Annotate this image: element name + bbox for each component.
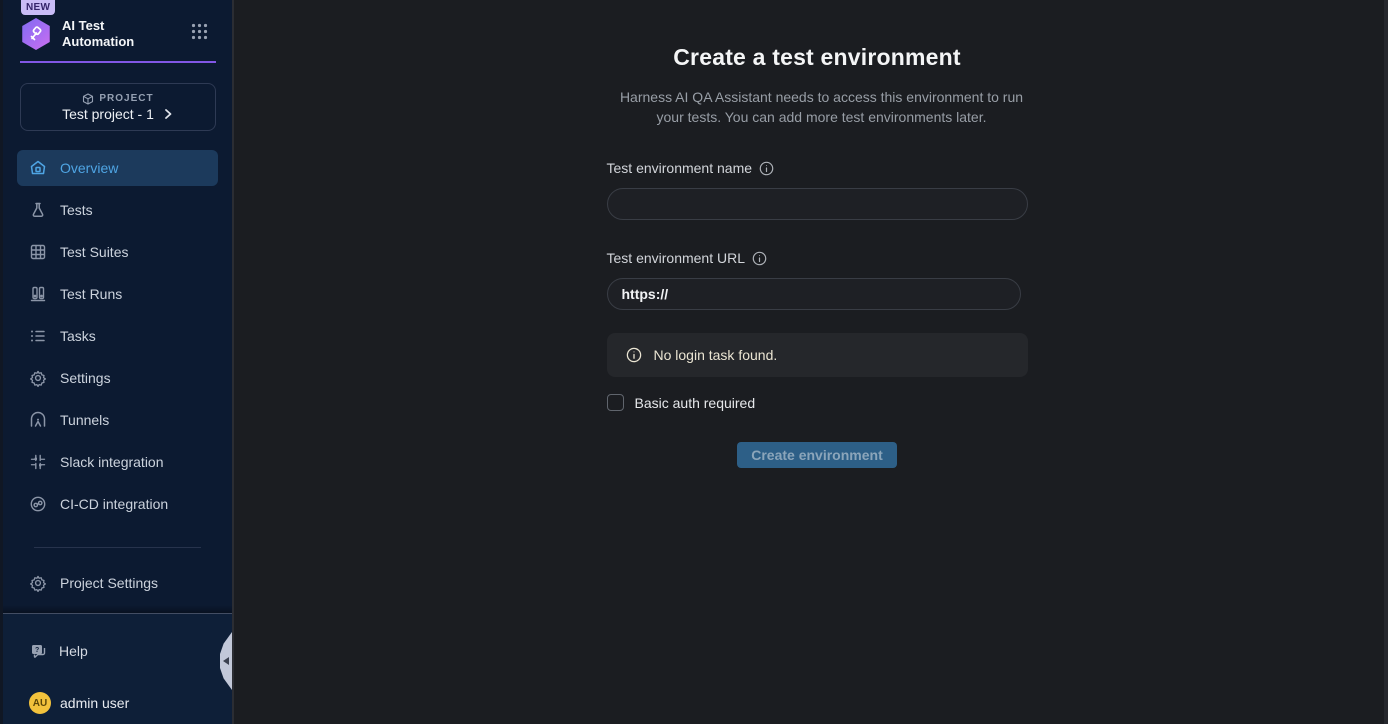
page-title: Create a test environment — [607, 44, 1028, 71]
info-icon — [626, 347, 642, 363]
user-menu[interactable]: AU admin user — [3, 692, 232, 714]
help-chat-icon: ? — [29, 642, 47, 660]
basic-auth-label: Basic auth required — [635, 395, 756, 411]
info-icon[interactable] — [759, 161, 774, 176]
sidebar-item-project-settings[interactable]: Project Settings — [17, 565, 218, 601]
table-grid-icon — [29, 243, 47, 261]
sidebar-item-settings[interactable]: Settings — [17, 360, 218, 396]
project-selector[interactable]: PROJECT Test project - 1 — [20, 83, 216, 131]
help-button[interactable]: ? Help — [3, 636, 232, 666]
sidebar-item-tasks[interactable]: Tasks — [17, 318, 218, 354]
app-title: AI Test Automation — [62, 18, 134, 50]
basic-auth-checkbox[interactable] — [607, 394, 624, 411]
help-label: Help — [59, 643, 88, 659]
sidebar-item-tests[interactable]: Tests — [17, 192, 218, 228]
cube-icon — [82, 93, 94, 105]
sidebar-item-slack-integration[interactable]: Slack integration — [17, 444, 218, 480]
project-name: Test project - 1 — [62, 106, 154, 122]
scrollbar-track[interactable] — [1384, 0, 1388, 724]
page-subtitle: Harness AI QA Assistant needs to access … — [607, 87, 1037, 127]
sidebar-item-overview[interactable]: Overview — [17, 150, 218, 186]
notice-text: No login task found. — [654, 347, 778, 363]
sidebar-item-label: Project Settings — [60, 575, 158, 591]
sidebar-item-label: Test Suites — [60, 244, 128, 260]
sidebar-item-label: Tests — [60, 202, 93, 218]
chevron-right-icon — [162, 108, 174, 120]
svg-text:?: ? — [35, 647, 39, 654]
home-icon — [29, 159, 47, 177]
user-avatar: AU — [29, 692, 51, 714]
env-url-label: Test environment URL — [607, 250, 1028, 266]
link-icon — [29, 495, 47, 513]
gear-icon — [29, 574, 47, 592]
gear-icon — [29, 369, 47, 387]
sidebar-item-label: Overview — [60, 160, 118, 176]
app-logo-icon — [20, 18, 52, 50]
user-name: admin user — [60, 695, 129, 711]
new-badge: NEW — [21, 0, 55, 15]
basic-auth-row: Basic auth required — [607, 394, 1028, 411]
accent-divider — [20, 61, 216, 63]
sidebar: NEW AI Test Automation PROJECT — [0, 0, 232, 724]
sidebar-item-cicd-integration[interactable]: CI-CD integration — [17, 486, 218, 522]
env-name-input[interactable] — [607, 188, 1028, 220]
sidebar-item-label: Slack integration — [60, 454, 164, 470]
slack-icon — [29, 453, 47, 471]
sidebar-item-tunnels[interactable]: Tunnels — [17, 402, 218, 438]
list-icon — [29, 327, 47, 345]
sidebar-item-label: Settings — [60, 370, 111, 386]
login-task-notice: No login task found. — [607, 333, 1028, 377]
create-environment-button[interactable]: Create environment — [737, 442, 896, 468]
create-environment-form: Create a test environment Harness AI QA … — [607, 0, 1028, 468]
sidebar-item-label: Tasks — [60, 328, 96, 344]
main-content: Create a test environment Harness AI QA … — [232, 0, 1388, 724]
sidebar-item-label: Tunnels — [60, 412, 109, 428]
info-icon[interactable] — [752, 251, 767, 266]
app-switcher-icon[interactable] — [191, 23, 208, 45]
env-url-input[interactable] — [607, 278, 1021, 310]
sidebar-nav: Overview Tests Test Suites — [3, 150, 232, 601]
nav-divider — [34, 547, 201, 548]
sidebar-item-label: CI-CD integration — [60, 496, 168, 512]
sidebar-footer: ? Help AU admin user — [3, 613, 232, 724]
env-name-label: Test environment name — [607, 160, 1028, 176]
tunnel-icon — [29, 411, 47, 429]
columns-icon — [29, 285, 47, 303]
sidebar-item-label: Test Runs — [60, 286, 122, 302]
project-label: PROJECT — [99, 93, 153, 104]
sidebar-item-test-runs[interactable]: Test Runs — [17, 276, 218, 312]
sidebar-item-test-suites[interactable]: Test Suites — [17, 234, 218, 270]
flask-icon — [29, 201, 47, 219]
